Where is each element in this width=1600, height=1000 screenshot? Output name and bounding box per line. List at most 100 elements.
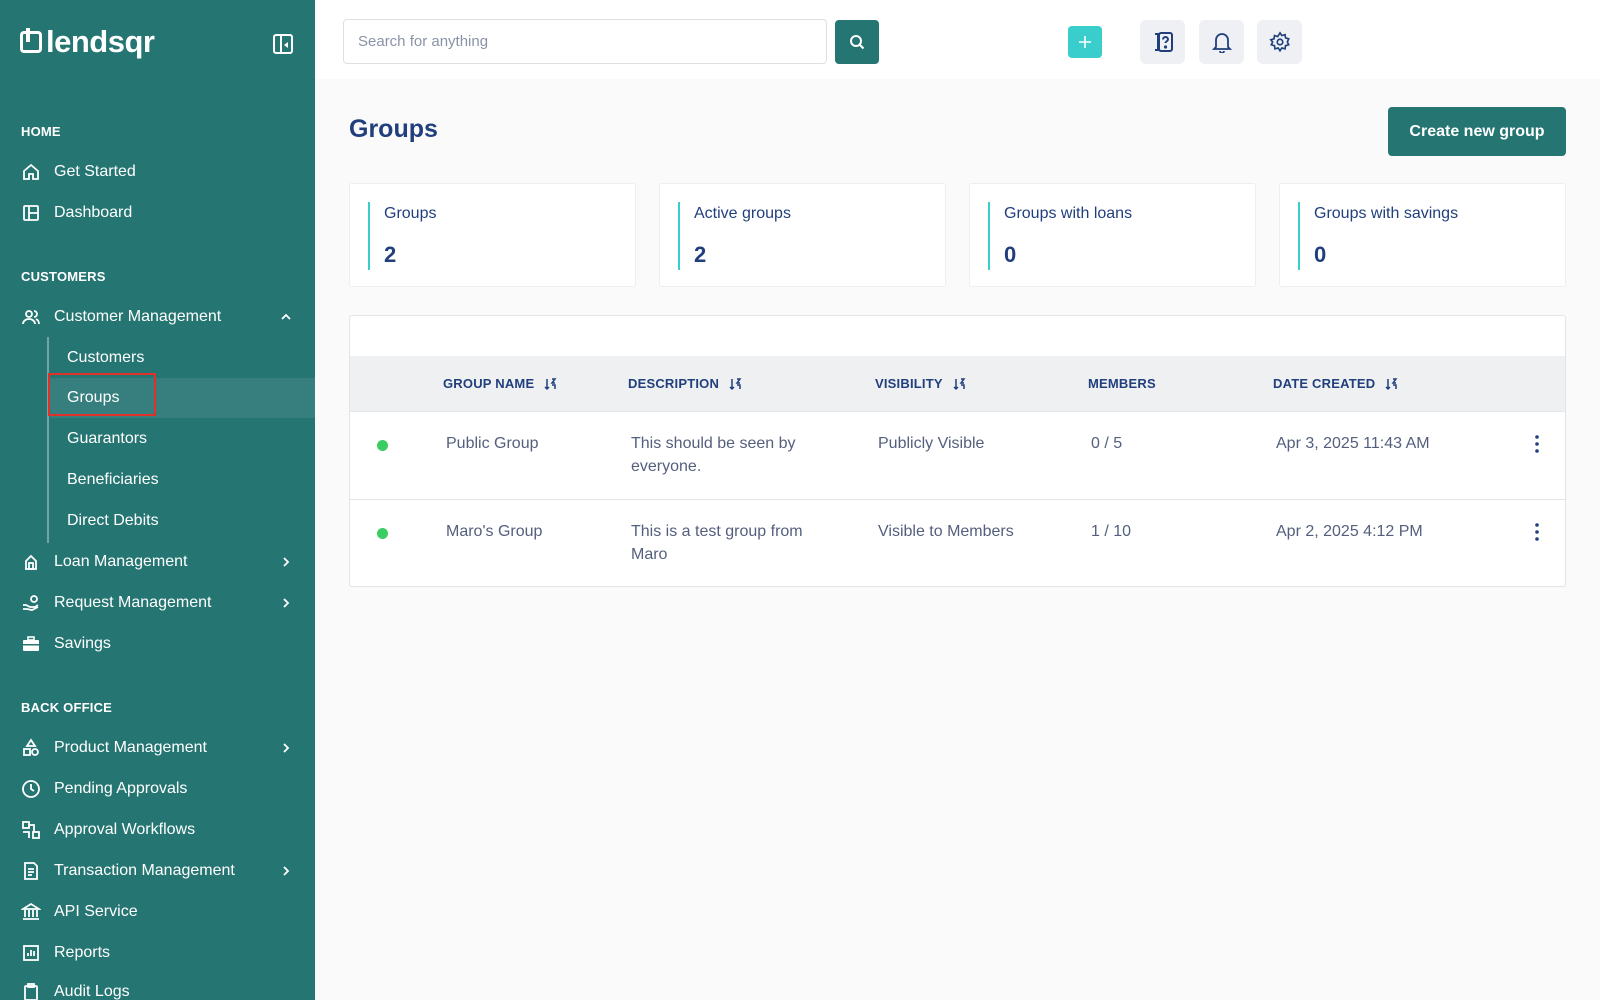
column-header-label: GROUP NAME bbox=[443, 376, 535, 391]
sidebar-item-label: Audit Logs bbox=[54, 983, 130, 1000]
cell-date-created: Apr 2, 2025 4:12 PM bbox=[1276, 523, 1423, 540]
search-button[interactable] bbox=[835, 20, 879, 64]
chevron-right-icon bbox=[283, 598, 290, 608]
sidebar-item-savings[interactable]: Savings bbox=[0, 624, 315, 664]
sidebar-item-label: Product Management bbox=[54, 739, 207, 756]
gear-icon bbox=[1268, 31, 1290, 53]
audit-icon bbox=[21, 982, 41, 1000]
status-dot bbox=[377, 528, 388, 539]
selection-highlight bbox=[48, 373, 156, 416]
cell-group-name: Maro's Group bbox=[446, 523, 543, 540]
help-icon bbox=[1154, 32, 1173, 52]
submenu-line bbox=[47, 337, 49, 543]
chevron-right-icon bbox=[283, 743, 290, 753]
create-new-group-button[interactable]: Create new group bbox=[1388, 107, 1566, 156]
column-header-group-name[interactable]: GROUP NAME bbox=[443, 356, 557, 411]
search-icon bbox=[850, 35, 865, 50]
cell-date-created: Apr 3, 2025 11:43 AM bbox=[1276, 435, 1430, 452]
more-options-icon[interactable] bbox=[1534, 522, 1540, 542]
logo-mark-icon bbox=[20, 27, 42, 53]
cell-members: 1 / 10 bbox=[1091, 523, 1132, 540]
column-header-label: DESCRIPTION bbox=[628, 376, 720, 391]
dashboard-icon bbox=[21, 203, 41, 223]
lendsqr-logo[interactable]: lendsqr bbox=[20, 24, 155, 59]
column-header-description[interactable]: DESCRIPTION bbox=[628, 356, 742, 411]
home-icon bbox=[21, 162, 41, 182]
sidebar-item-dashboard[interactable]: Dashboard bbox=[0, 193, 315, 233]
stat-card-groups-with-loans: Groups with loans 0 bbox=[969, 183, 1256, 287]
sidebar-item-request-management[interactable]: Request Management bbox=[0, 583, 315, 623]
column-header-date-created[interactable]: DATE CREATED bbox=[1273, 356, 1398, 411]
sort-icon bbox=[544, 377, 557, 390]
sidebar-item-label: API Service bbox=[54, 903, 138, 920]
table-row[interactable]: Public Group This should be seen by ever… bbox=[350, 411, 1565, 499]
sidebar-item-label: Customer Management bbox=[54, 308, 222, 325]
sort-icon bbox=[953, 377, 966, 390]
sidebar-subitem-beneficiaries[interactable]: Beneficiaries bbox=[50, 460, 315, 500]
sidebar-item-product-management[interactable]: Product Management bbox=[0, 728, 315, 768]
stat-accent-bar bbox=[988, 202, 990, 270]
sidebar-item-reports[interactable]: Reports bbox=[0, 933, 315, 973]
section-label-customers: CUSTOMERS bbox=[21, 269, 106, 284]
sidebar-item-label: Dashboard bbox=[54, 204, 133, 221]
stat-accent-bar bbox=[1298, 202, 1300, 270]
sidebar-item-transaction-management[interactable]: Transaction Management bbox=[0, 851, 315, 891]
sidebar-subitem-customers[interactable]: Customers bbox=[50, 338, 315, 378]
sidebar-item-label: Request Management bbox=[54, 594, 212, 611]
stat-accent-bar bbox=[368, 202, 370, 270]
cell-visibility: Visible to Members bbox=[878, 523, 1014, 540]
more-options-icon[interactable] bbox=[1534, 434, 1540, 454]
logo-text: lendsqr bbox=[46, 24, 155, 59]
stat-accent-bar bbox=[678, 202, 680, 270]
chevron-up-icon bbox=[281, 313, 291, 320]
stat-label: Active groups bbox=[694, 205, 791, 222]
section-label-back-office: BACK OFFICE bbox=[21, 700, 113, 715]
bank-icon bbox=[21, 902, 41, 922]
column-header-label: DATE CREATED bbox=[1273, 376, 1376, 391]
sidebar-item-label: Reports bbox=[54, 944, 111, 961]
sidebar-item-approval-workflows[interactable]: Approval Workflows bbox=[0, 810, 315, 850]
stat-label: Groups bbox=[384, 205, 437, 222]
users-icon bbox=[21, 307, 41, 327]
settings-button[interactable] bbox=[1257, 20, 1302, 64]
cell-visibility: Publicly Visible bbox=[878, 435, 985, 452]
sidebar-item-get-started[interactable]: Get Started bbox=[0, 152, 315, 192]
transaction-icon bbox=[21, 861, 41, 881]
sidebar-item-label: Pending Approvals bbox=[54, 780, 188, 797]
sidebar-subitem-guarantors[interactable]: Guarantors bbox=[50, 419, 315, 459]
topbar bbox=[315, 0, 1600, 79]
collapse-sidebar-icon[interactable] bbox=[273, 34, 293, 54]
sidebar: lendsqr HOME Get Started Dashboard CUSTO… bbox=[0, 0, 315, 1000]
stat-value: 2 bbox=[694, 242, 707, 267]
sidebar-subitem-direct-debits[interactable]: Direct Debits bbox=[50, 501, 315, 541]
sidebar-item-label: Savings bbox=[54, 635, 111, 652]
notifications-button[interactable] bbox=[1199, 20, 1244, 64]
sidebar-item-pending-approvals[interactable]: Pending Approvals bbox=[0, 769, 315, 809]
column-header-label: MEMBERS bbox=[1088, 376, 1156, 391]
sidebar-item-loan-management[interactable]: Loan Management bbox=[0, 542, 315, 582]
page-title: Groups bbox=[349, 115, 438, 143]
savings-icon bbox=[21, 634, 41, 654]
table-header: GROUP NAME DESCRIPTION VISIBILITY MEMBER… bbox=[350, 356, 1565, 411]
sidebar-item-audit-logs[interactable]: Audit Logs bbox=[0, 972, 315, 1000]
quick-add-button[interactable] bbox=[1068, 26, 1102, 58]
sort-icon bbox=[729, 377, 742, 390]
stat-card-active-groups: Active groups 2 bbox=[659, 183, 946, 287]
sidebar-item-customer-management[interactable]: Customer Management bbox=[0, 297, 315, 337]
column-header-visibility[interactable]: VISIBILITY bbox=[875, 356, 966, 411]
section-label-home: HOME bbox=[21, 124, 61, 139]
table-row[interactable]: Maro's Group This is a test group from M… bbox=[350, 499, 1565, 586]
cell-members: 0 / 5 bbox=[1091, 435, 1123, 452]
cell-description: This is a test group from Maro bbox=[631, 523, 803, 563]
chevron-right-icon bbox=[283, 866, 290, 876]
groups-table: GROUP NAME DESCRIPTION VISIBILITY MEMBER… bbox=[349, 315, 1566, 587]
help-button[interactable] bbox=[1140, 20, 1185, 64]
sidebar-item-label: Get Started bbox=[54, 163, 136, 180]
search-input[interactable] bbox=[343, 19, 827, 64]
sidebar-item-api-service[interactable]: API Service bbox=[0, 892, 315, 932]
stat-card-groups: Groups 2 bbox=[349, 183, 636, 287]
cell-description: This should be seen by everyone. bbox=[631, 435, 796, 475]
stat-label: Groups with savings bbox=[1314, 205, 1459, 222]
bell-icon bbox=[1211, 33, 1232, 53]
workflow-icon bbox=[21, 820, 41, 840]
